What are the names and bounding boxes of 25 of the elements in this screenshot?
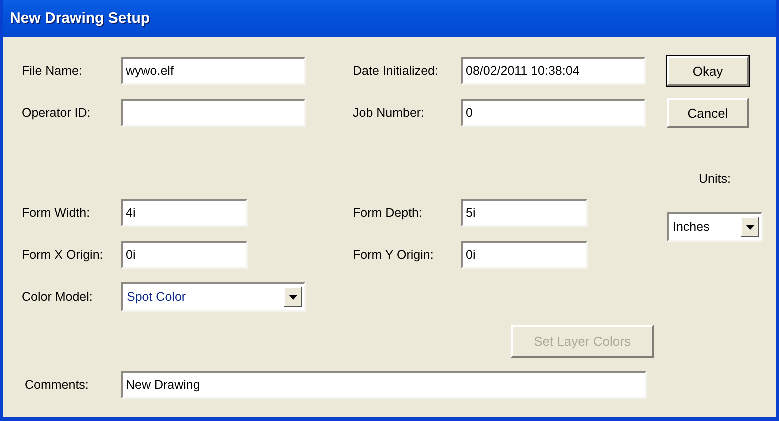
text-field[interactable]: 4i xyxy=(121,199,248,227)
text-field[interactable]: 0i xyxy=(461,241,588,269)
text-field[interactable]: 08/02/2011 10:38:04 xyxy=(461,57,646,85)
text-field[interactable]: 0 xyxy=(461,99,646,127)
text-field[interactable]: 5i xyxy=(461,199,588,227)
field-label: Form Y Origin: xyxy=(353,248,435,262)
field-label: Color Model: xyxy=(22,290,94,304)
dialog-button[interactable]: Okay xyxy=(667,56,749,86)
comments-field[interactable]: New Drawing xyxy=(121,371,647,399)
field-label: Operator ID: xyxy=(22,106,92,120)
field-label: Units: xyxy=(699,172,731,186)
field-label: Form X Origin: xyxy=(22,248,104,262)
field-label: Form Width: xyxy=(22,206,92,220)
units-dropdown[interactable]: Inches xyxy=(667,212,763,242)
color-model-dropdown[interactable]: Spot Color xyxy=(121,282,306,312)
text-field[interactable]: wywo.elf xyxy=(121,57,306,85)
field-label: Date Initialized: xyxy=(353,64,440,78)
text-field[interactable]: 0i xyxy=(121,241,248,269)
field-label: Comments: xyxy=(24,378,90,392)
window-title: New Drawing Setup xyxy=(3,0,776,37)
field-label: File Name: xyxy=(22,64,84,78)
text-field[interactable] xyxy=(121,99,306,127)
field-label: Form Depth: xyxy=(353,206,424,220)
dialog-button[interactable]: Cancel xyxy=(667,98,749,128)
field-label: Job Number: xyxy=(353,106,426,120)
